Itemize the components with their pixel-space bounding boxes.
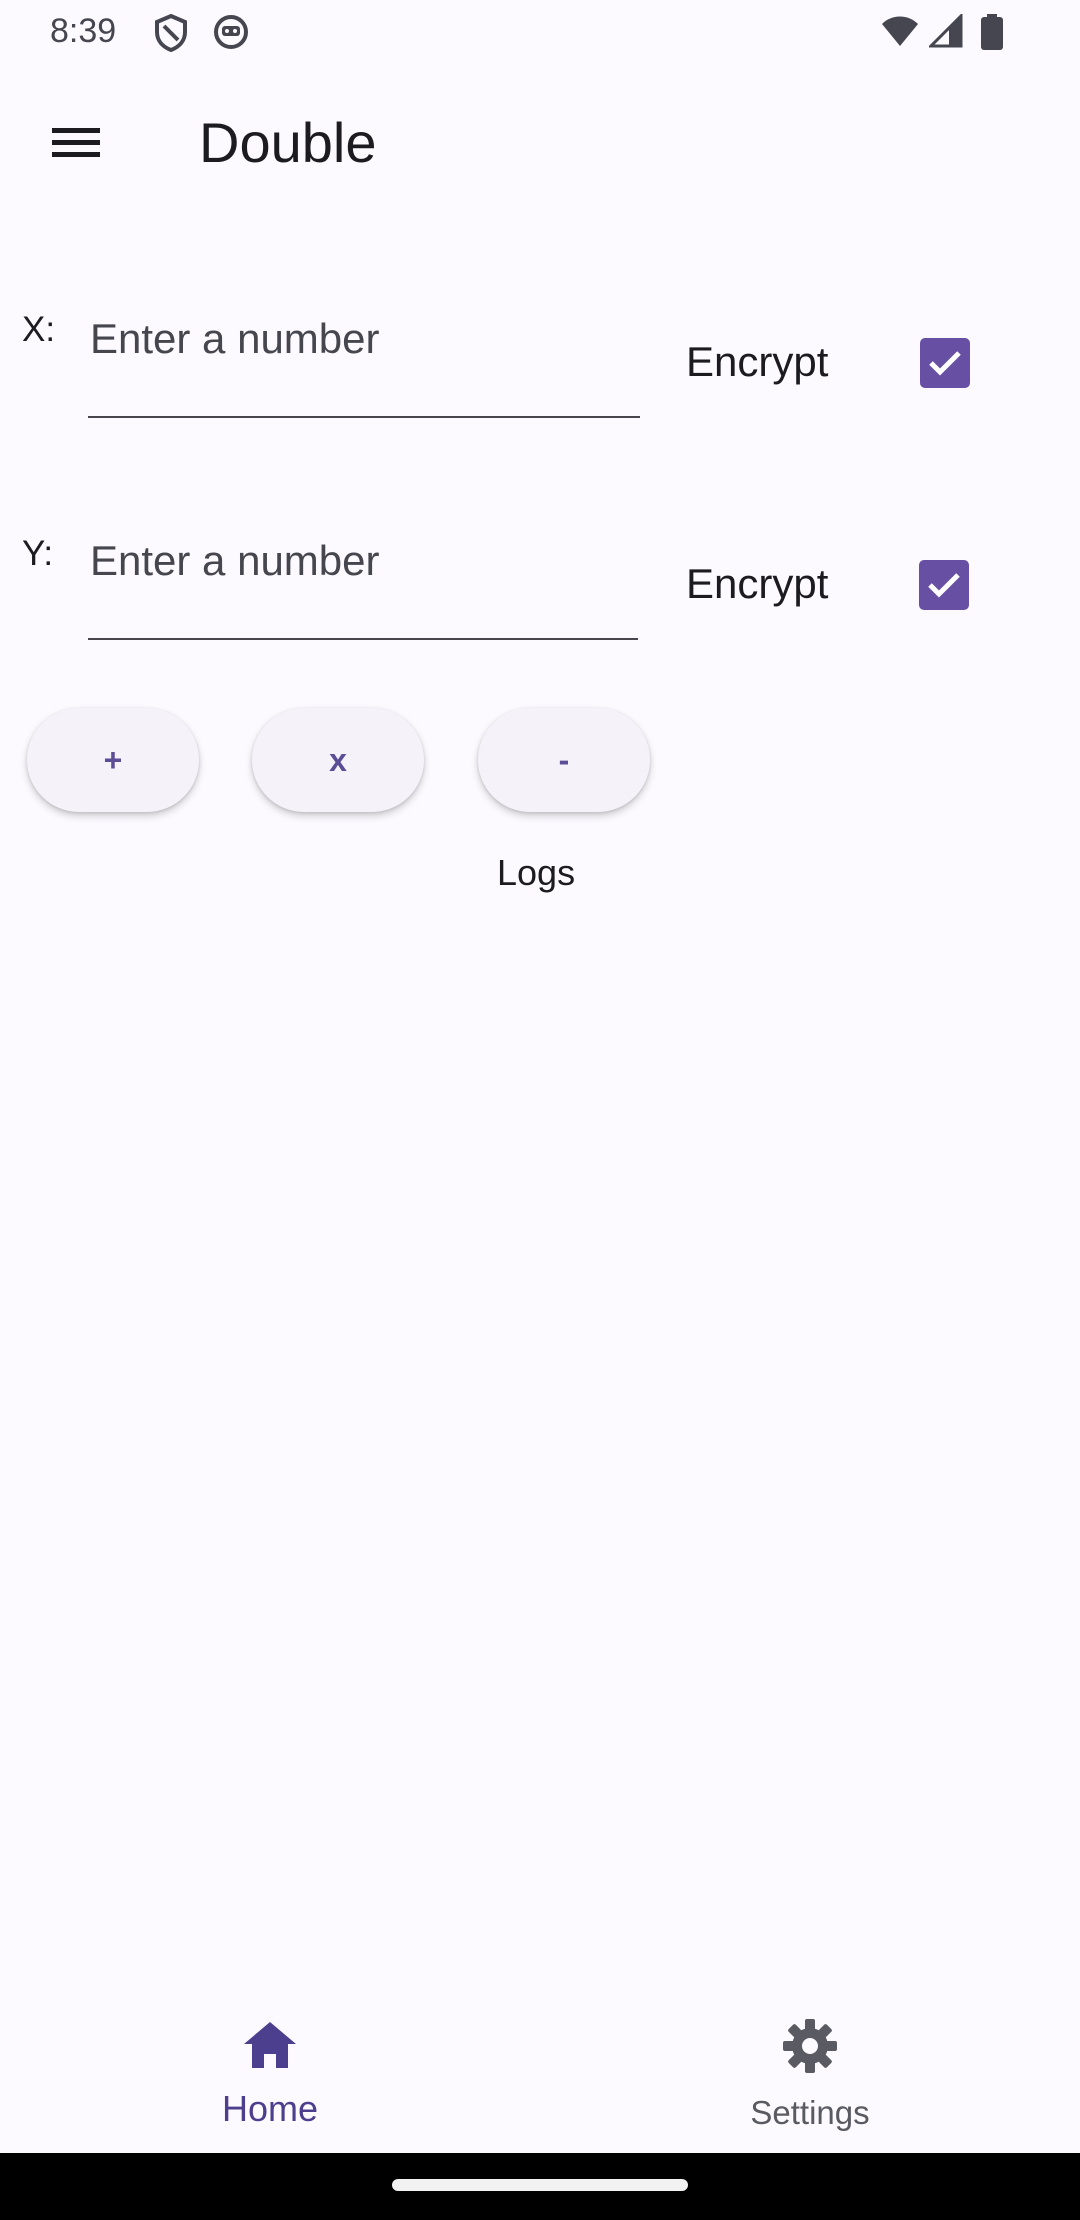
screen: 8:39 Double X: Enter a number Encrypt Y:… xyxy=(0,0,1080,2220)
subtract-button[interactable]: - xyxy=(478,708,650,812)
check-icon xyxy=(929,351,961,376)
nav-item-home[interactable]: Home xyxy=(0,1990,540,2150)
system-gesture-area xyxy=(0,2153,1080,2220)
add-button[interactable]: + xyxy=(27,708,199,812)
app-bar: Double xyxy=(0,76,1080,206)
shield-icon xyxy=(155,14,187,52)
robot-icon xyxy=(214,15,248,49)
check-icon xyxy=(928,573,960,598)
x-number-input[interactable] xyxy=(88,302,640,418)
multiply-button[interactable]: x xyxy=(252,708,424,812)
page-title: Double xyxy=(199,111,377,174)
y-number-input[interactable] xyxy=(88,524,638,640)
x-label: X: xyxy=(22,310,56,349)
status-bar: 8:39 xyxy=(0,0,1080,66)
signal-icon xyxy=(929,14,963,48)
battery-icon xyxy=(981,14,1003,50)
home-icon xyxy=(244,2022,296,2068)
y-encrypt-checkbox[interactable] xyxy=(919,560,969,610)
nav-item-settings[interactable]: Settings xyxy=(540,1990,1080,2150)
gesture-handle[interactable] xyxy=(392,2179,688,2191)
nav-label-settings: Settings xyxy=(750,2094,870,2131)
bottom-navigation: Home Settings xyxy=(0,1990,1080,2150)
y-label: Y: xyxy=(22,534,54,573)
y-encrypt-label: Encrypt xyxy=(686,560,829,607)
logs-title: Logs xyxy=(497,852,576,893)
x-encrypt-checkbox[interactable] xyxy=(920,338,970,388)
gear-icon xyxy=(783,2019,837,2073)
menu-icon[interactable] xyxy=(44,118,108,168)
nav-label-home: Home xyxy=(221,2088,319,2129)
status-time: 8:39 xyxy=(50,12,117,50)
x-encrypt-label: Encrypt xyxy=(686,338,829,385)
wifi-icon xyxy=(882,16,918,46)
